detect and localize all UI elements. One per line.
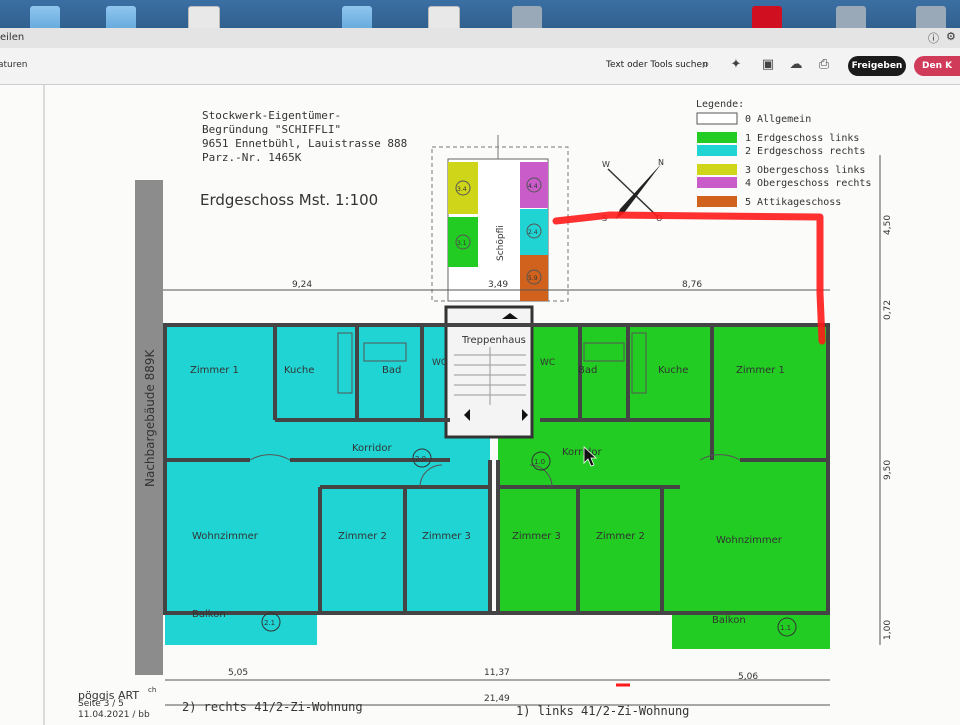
circle-label: 4.4: [528, 183, 538, 190]
room-label: Balkon: [712, 615, 746, 626]
svg-text:N: N: [658, 158, 664, 167]
plan-title: Erdgeschoss Mst. 1:100: [200, 191, 378, 209]
room-label: Zimmer 1: [190, 365, 239, 376]
legend-label: 1 Erdgeschoss links: [745, 133, 859, 144]
dimension-label: 0,72: [883, 300, 893, 320]
tools-search-label[interactable]: Text oder Tools suchen: [606, 60, 708, 70]
tab-label[interactable]: aturen: [0, 60, 28, 70]
search-icon[interactable]: ⌕: [698, 57, 714, 73]
room-label: Zimmer 3: [512, 531, 561, 542]
legend-label: 5 Attikageschoss: [745, 197, 841, 208]
legend-title: Legende:: [696, 99, 744, 110]
room-label: Kuche: [284, 365, 314, 376]
circle-label: 2.0: [415, 455, 426, 463]
help-icon[interactable]: ⓘ: [928, 30, 939, 46]
legend-swatch: [697, 132, 737, 143]
print-icon[interactable]: ⎙: [816, 57, 832, 73]
room-label: Wohnzimmer: [192, 531, 259, 542]
dimension-label: 1,00: [883, 620, 893, 640]
ai-assistant-icon[interactable]: ✦: [728, 57, 744, 73]
room-label: Bad: [382, 365, 401, 376]
pdf-viewer-window: eilen ⓘ ⚙ aturen Text oder Tools suchen …: [0, 28, 960, 725]
circle-label: 1.1: [780, 624, 791, 632]
room-label: Balkon: [192, 609, 226, 620]
header-line: 9651 Ennetbühl, Lauistrasse 888: [202, 137, 407, 150]
cloud-upload-icon[interactable]: ☁: [788, 57, 804, 73]
logo-suffix: ch: [148, 686, 156, 694]
dimension-label: 21,49: [484, 694, 510, 704]
room-label: Zimmer 1: [736, 365, 785, 376]
dimension-label: 9,24: [292, 280, 312, 290]
room-label: WC: [540, 358, 555, 368]
room-label: Bad: [578, 365, 597, 376]
dimension-label: 11,37: [484, 668, 510, 678]
dimension-label: 4,50: [883, 215, 893, 235]
document-page: Stockwerk-Eigentümer- Begründung "SCHIFF…: [0, 85, 960, 725]
settings-icon[interactable]: ⚙: [946, 30, 956, 43]
share-button[interactable]: Freigeben: [848, 56, 906, 76]
room-label: Korridor: [352, 443, 392, 454]
legend-label: 4 Obergeschoss rechts: [745, 178, 871, 189]
header-line: Parz.-Nr. 1465K: [202, 151, 302, 164]
circle-label: 2.1: [264, 619, 275, 627]
neighbor-label: Nachbargebäude 889K: [143, 348, 157, 487]
svg-text:W: W: [602, 160, 610, 169]
legend-label: 3 Obergeschoss links: [745, 165, 865, 176]
circle-label: 5.9: [528, 275, 538, 282]
room-label: Schöpfli: [496, 225, 506, 261]
caption-left: 1) links 41/2-Zi-Wohnung: [516, 704, 690, 718]
caption-right: 2) rechts 41/2-Zi-Wohnung: [182, 700, 363, 714]
dimension-label: 9,50: [883, 460, 893, 480]
legend-swatch: [697, 177, 737, 188]
red-marker-annotation: [552, 211, 826, 345]
request-signature-button[interactable]: Den K: [914, 56, 960, 76]
header-line: Stockwerk-Eigentümer-: [202, 109, 341, 122]
room-label: Korridor: [562, 447, 602, 458]
circle-label: 2.4: [528, 229, 538, 236]
footer-page: Seite 3 / 5: [78, 699, 124, 709]
balcony-right: [672, 597, 830, 649]
save-icon[interactable]: ▣: [760, 57, 776, 73]
room-label: WC: [432, 358, 447, 368]
toolbar: aturen Text oder Tools suchen ⌕ ✦ ▣ ☁ ⎙ …: [0, 48, 960, 85]
dimension-label: 5,05: [228, 668, 248, 678]
legend-swatch: [697, 145, 737, 156]
circle-label: 3.4: [457, 186, 467, 193]
room-label: Zimmer 2: [596, 531, 645, 542]
circle-label: 1.0: [534, 458, 545, 466]
legend-swatch: [696, 112, 738, 125]
legend-swatch: [697, 164, 737, 175]
footer-date: 11.04.2021 / bb: [78, 710, 150, 720]
legend-label: 0 Allgemein: [745, 114, 811, 125]
room-label: Zimmer 3: [422, 531, 471, 542]
menu-item[interactable]: eilen: [0, 32, 24, 43]
circle-label: 3.1: [457, 240, 467, 247]
room-label: Wohnzimmer: [716, 535, 783, 546]
dimension-label: 3,49: [488, 280, 508, 290]
menu-bar: eilen ⓘ ⚙: [0, 28, 960, 48]
legend-label: 2 Erdgeschoss rechts: [745, 146, 865, 157]
floor-plan: Stockwerk-Eigentümer- Begründung "SCHIFF…: [43, 85, 893, 725]
header-line: Begründung "SCHIFFLI": [202, 123, 341, 136]
balcony-left: [165, 597, 317, 645]
room-label: Zimmer 2: [338, 531, 387, 542]
legend-swatch: [697, 196, 737, 207]
room-label: Treppenhaus: [461, 335, 526, 346]
room-label: Kuche: [658, 365, 688, 376]
dimension-label: 8,76: [682, 280, 702, 290]
dimension-label: 5,06: [738, 672, 758, 682]
